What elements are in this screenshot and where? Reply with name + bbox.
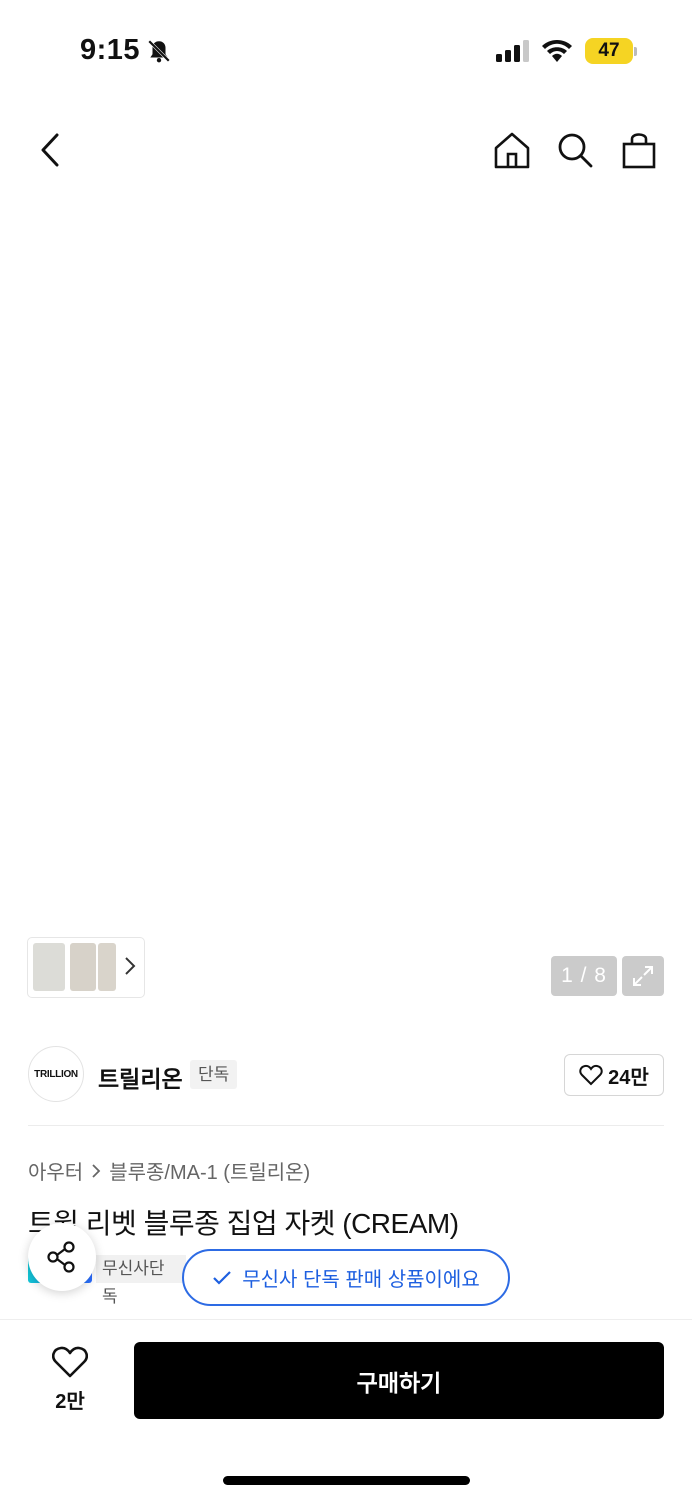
check-icon: [213, 1270, 232, 1285]
buy-button[interactable]: 구매하기: [134, 1342, 664, 1419]
chevron-right-icon: [92, 1163, 101, 1178]
shopping-bag-icon: [622, 133, 656, 169]
wifi-icon: [542, 40, 572, 62]
breadcrumb-category[interactable]: 아우터: [28, 1156, 83, 1185]
wish-count: 2만: [55, 1391, 85, 1413]
expand-button[interactable]: [622, 956, 664, 996]
brand-row: TRILLION 트릴리온 단독 24만: [28, 1046, 664, 1106]
back-button[interactable]: [28, 128, 72, 172]
wish-button[interactable]: 2만: [40, 1346, 100, 1414]
divider: [28, 1125, 664, 1126]
brand-name[interactable]: 트릴리온: [98, 1060, 183, 1094]
expand-icon: [633, 966, 653, 986]
search-icon: [558, 133, 593, 168]
thumbnail-1[interactable]: [33, 943, 65, 991]
home-button[interactable]: [490, 128, 534, 172]
exclusive-toast: 무신사 단독 판매 상품이에요: [182, 1249, 510, 1306]
thumbnail-strip[interactable]: [28, 938, 144, 997]
cart-button[interactable]: [617, 128, 661, 172]
top-navigation: [0, 120, 692, 184]
breadcrumb: 아우터 블루종/MA-1 (트릴리온): [28, 1156, 310, 1185]
heart-icon: [579, 1064, 603, 1086]
toast-message: 무신사 단독 판매 상품이에요: [242, 1269, 480, 1291]
status-bar: 9:15 47: [0, 0, 692, 100]
product-title: 트윌 리벳 블루종 집업 자켓 (CREAM): [28, 1208, 459, 1239]
exclusive-tag-label: 무신사단독: [96, 1255, 186, 1306]
battery-indicator: 47: [585, 38, 633, 64]
bell-off-icon: [148, 40, 170, 63]
home-icon: [494, 132, 530, 169]
bottom-action-bar: 2만 구매하기: [0, 1320, 692, 1500]
share-icon: [47, 1241, 75, 1273]
product-image: [58, 249, 652, 973]
cellular-signal-icon: [496, 40, 529, 62]
image-counter: 1 / 8: [551, 956, 617, 996]
thumbnail-3[interactable]: [98, 943, 116, 991]
thumbnail-2[interactable]: [70, 943, 96, 991]
breadcrumb-subcategory[interactable]: 블루종/MA-1 (트릴리온): [109, 1156, 310, 1185]
exclusive-badge: 단독: [190, 1060, 238, 1089]
home-indicator: [223, 1476, 470, 1485]
battery-cap: [634, 47, 637, 56]
brand-like-button[interactable]: 24만: [564, 1054, 664, 1096]
chevron-right-icon: [125, 957, 136, 975]
brand-like-count: 24만: [608, 1066, 649, 1089]
heart-icon: [51, 1346, 89, 1378]
brand-logo[interactable]: TRILLION: [28, 1046, 84, 1102]
share-button[interactable]: [28, 1223, 96, 1291]
search-button[interactable]: [553, 128, 597, 172]
chevron-left-icon: [41, 133, 59, 167]
status-time: 9:15: [80, 34, 141, 66]
